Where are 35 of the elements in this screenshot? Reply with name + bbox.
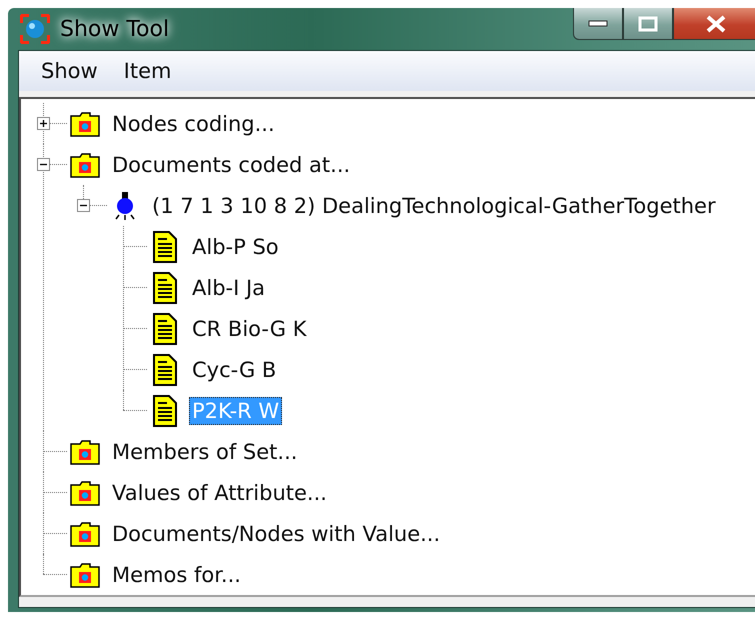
maximize-button[interactable]	[623, 8, 673, 40]
app-icon	[20, 14, 50, 44]
maximize-icon	[638, 16, 658, 32]
folder-icon	[70, 438, 100, 464]
tree-item[interactable]: CR Bio-G K	[189, 314, 310, 342]
folder-icon	[70, 110, 100, 136]
tree-item[interactable]: Alb-I Ja	[189, 274, 268, 302]
document-icon	[152, 354, 178, 386]
document-icon	[152, 312, 178, 344]
menu-item[interactable]: Item	[116, 57, 180, 85]
tree-item[interactable]: Members of Set...	[109, 438, 300, 466]
tree-item[interactable]: Documents/Nodes with Value...	[109, 520, 444, 548]
minimize-icon	[588, 20, 608, 28]
folder-icon	[70, 480, 100, 506]
tree-item[interactable]: Memos for...	[109, 560, 244, 588]
tree-item[interactable]: Documents coded at...	[109, 150, 354, 178]
menu-item[interactable]: Show	[33, 57, 106, 85]
window-title: Show Tool	[60, 16, 170, 42]
expand-toggle[interactable]	[36, 117, 50, 130]
close-button[interactable]	[673, 8, 755, 40]
tree-item[interactable]: Nodes coding...	[109, 110, 278, 138]
folder-icon	[70, 152, 100, 178]
folder-icon	[70, 520, 100, 546]
collapse-toggle[interactable]	[36, 158, 50, 171]
tree-item[interactable]: Alb-P So	[189, 232, 282, 260]
tree-item[interactable]: (1 7 1 3 10 8 2) DealingTechnological-GatherTogether	[149, 192, 719, 220]
collapse-toggle[interactable]	[76, 199, 90, 212]
minimize-button[interactable]	[573, 8, 623, 40]
close-icon	[704, 14, 726, 32]
document-icon	[152, 272, 178, 304]
folder-icon	[70, 562, 100, 588]
tree-item[interactable]: Cyc-G B	[189, 356, 280, 384]
document-icon	[152, 394, 178, 426]
document-icon	[152, 230, 178, 262]
tree-item[interactable]: Values of Attribute...	[109, 478, 330, 506]
